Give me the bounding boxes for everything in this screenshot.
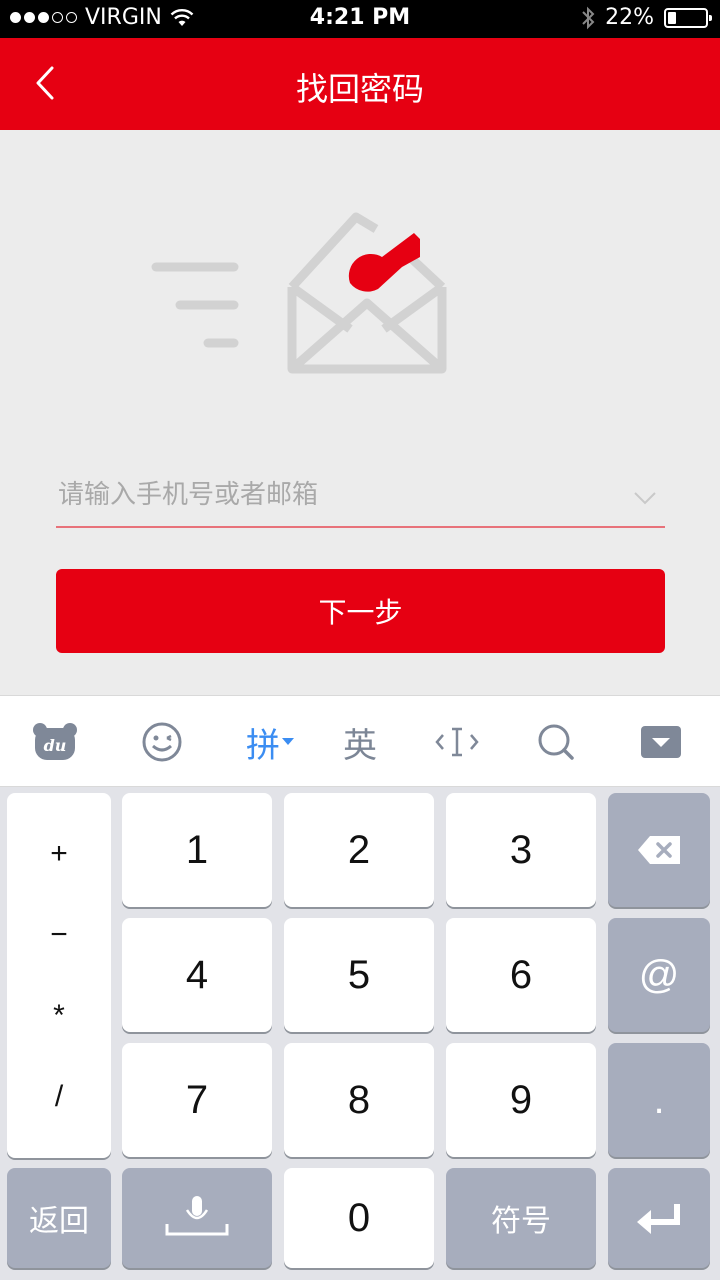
next-step-button[interactable]: 下一步 (56, 569, 665, 653)
backspace-icon (638, 836, 680, 864)
battery-icon (664, 7, 712, 28)
enter-button[interactable] (608, 1168, 710, 1268)
backspace-button[interactable] (608, 793, 710, 907)
key-dot[interactable]: . (608, 1043, 710, 1157)
account-input-wrapper (56, 470, 665, 528)
chevron-down-icon[interactable] (633, 486, 657, 510)
collapse-keyboard-icon[interactable] (638, 714, 684, 770)
numeric-keyboard: + − * / 1 2 3 4 5 6 @ 7 8 9 . 返回 0 符号 (0, 787, 720, 1280)
key-plus[interactable]: + (50, 837, 68, 871)
key-9[interactable]: 9 (446, 1043, 596, 1157)
key-5[interactable]: 5 (284, 918, 434, 1032)
voice-input-button[interactable] (122, 1168, 272, 1268)
english-mode-button[interactable]: 英 (338, 714, 382, 770)
key-0[interactable]: 0 (284, 1168, 434, 1268)
key-6[interactable]: 6 (446, 918, 596, 1032)
key-2[interactable]: 2 (284, 793, 434, 907)
cursor-icon[interactable] (434, 714, 480, 770)
keyboard-toolbar: du 拼 英 (0, 695, 720, 787)
english-label: 英 (343, 725, 377, 766)
svg-text:du: du (44, 736, 67, 755)
key-minus[interactable]: − (50, 918, 68, 952)
battery-percentage: 22% (605, 5, 654, 30)
navigation-bar: 找回密码 (0, 38, 720, 130)
speed-lines (151, 262, 239, 348)
back-key[interactable]: 返回 (7, 1168, 111, 1268)
wrench-icon (348, 233, 420, 292)
du-logo-icon[interactable]: du (30, 714, 80, 770)
page-title: 找回密码 (295, 70, 424, 108)
bluetooth-icon (582, 6, 595, 29)
symbols-key[interactable]: 符号 (446, 1168, 596, 1268)
search-icon[interactable] (534, 714, 578, 770)
pinyin-mode-button[interactable]: 拼 (240, 714, 300, 770)
key-at[interactable]: @ (608, 918, 710, 1032)
caret-down-icon (282, 738, 294, 745)
microphone-icon (165, 1196, 229, 1236)
enter-icon (637, 1204, 680, 1234)
key-4[interactable]: 4 (122, 918, 272, 1032)
emoji-icon[interactable] (138, 714, 186, 770)
pinyin-label: 拼 (246, 725, 280, 766)
symbol-side-column: + − * / (7, 793, 111, 1158)
key-slash[interactable]: / (55, 1080, 63, 1114)
envelope-wrench-illustration (151, 212, 447, 374)
key-8[interactable]: 8 (284, 1043, 434, 1157)
phone-or-email-input[interactable] (56, 470, 616, 520)
key-3[interactable]: 3 (446, 793, 596, 907)
key-asterisk[interactable]: * (53, 999, 65, 1033)
status-bar: VIRGIN 4:21 PM 22% (0, 0, 720, 38)
key-1[interactable]: 1 (122, 793, 272, 907)
key-7[interactable]: 7 (122, 1043, 272, 1157)
